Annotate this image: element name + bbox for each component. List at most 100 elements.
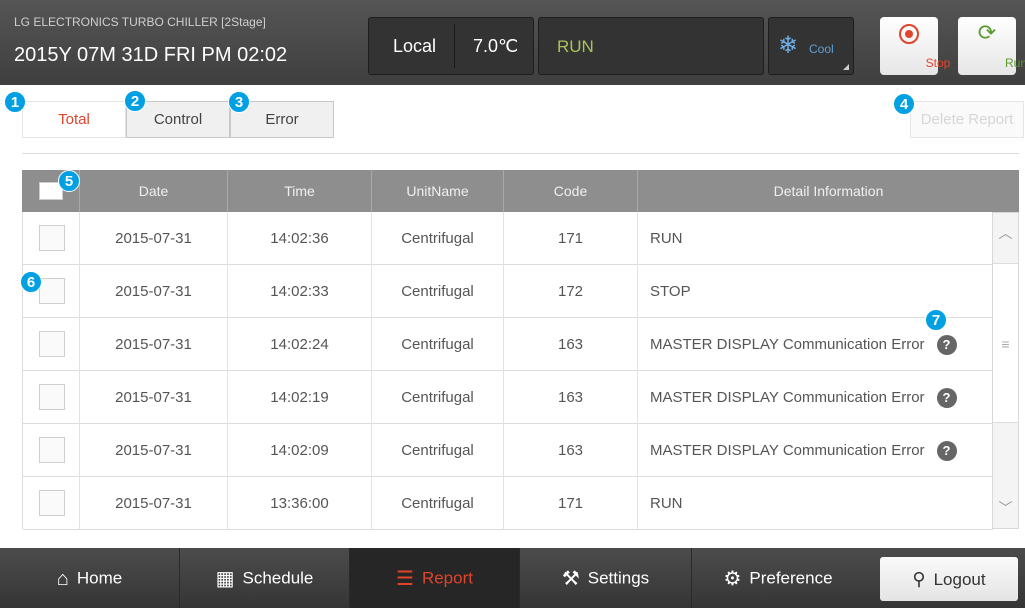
run-label: Run	[1004, 56, 1025, 70]
gear-icon: ⚙	[723, 567, 742, 590]
code-cell: 172	[504, 265, 638, 318]
nav-preference-label: Preference	[749, 568, 833, 588]
detail-cell: RUN	[638, 212, 993, 265]
code-cell: 163	[504, 318, 638, 371]
unit-cell: Centrifugal	[372, 424, 504, 477]
date-cell: 2015-07-31	[80, 265, 228, 318]
scroll-thumb[interactable]: ≡	[993, 263, 1018, 423]
callout-badge-6: 6	[20, 271, 42, 293]
unit-cell: Centrifugal	[372, 477, 504, 530]
detail-cell: MASTER DISPLAY Communication Error?	[638, 371, 993, 424]
detail-text: RUN	[650, 230, 683, 247]
detail-text: STOP	[650, 283, 691, 300]
scroll-up-icon[interactable]: ︿	[993, 213, 1018, 253]
cycle-icon: ⟳	[977, 20, 997, 45]
nav-report[interactable]: ☰ Report	[350, 548, 520, 608]
home-icon: ⌂	[56, 567, 69, 590]
report-table-body: 2015-07-31 14:02:36 Centrifugal 171 RUN …	[22, 212, 993, 530]
time-cell: 14:02:09	[228, 424, 372, 477]
checkbox-cell	[23, 318, 80, 371]
time-cell: 14:02:24	[228, 318, 372, 371]
unit-cell: Centrifugal	[372, 265, 504, 318]
snowflake-icon: ❄	[778, 32, 799, 59]
model-name: LG ELECTRONICS TURBO CHILLER [2Stage]	[14, 15, 266, 29]
bottom-navigation: ⌂ Home ▦ Schedule ☰ Report ⚒ Settings ⚙ Prefe…	[0, 548, 1025, 608]
table-row[interactable]: 2015-07-31 14:02:36 Centrifugal 171 RUN	[23, 212, 993, 265]
date-cell: 2015-07-31	[80, 424, 228, 477]
table-header: Date Time UnitName Code Detail Informati…	[22, 170, 1019, 212]
stop-icon	[899, 24, 919, 44]
detail-text: MASTER DISPLAY Communication Error	[650, 389, 925, 406]
nav-home[interactable]: ⌂ Home	[0, 548, 180, 608]
operation-mode-button[interactable]: ❄ Cool	[768, 17, 854, 75]
detail-cell: MASTER DISPLAY Communication Error?	[638, 424, 993, 477]
list-icon: ☰	[396, 567, 414, 590]
row-checkbox[interactable]	[39, 331, 65, 357]
temperature-readout: 7.0℃	[473, 36, 519, 56]
nav-schedule[interactable]: ▦ Schedule	[180, 548, 350, 608]
nav-report-label: Report	[421, 568, 473, 588]
time-cell: 14:02:19	[228, 371, 372, 424]
row-checkbox[interactable]	[39, 437, 65, 463]
code-cell: 163	[504, 371, 638, 424]
nav-schedule-label: Schedule	[242, 568, 314, 588]
logout-label: Logout	[933, 570, 986, 589]
help-icon[interactable]: ?	[936, 388, 957, 409]
control-mode-display: Local 7.0℃	[368, 17, 534, 75]
table-row[interactable]: 2015-07-31 14:02:24 Centrifugal 163 MAST…	[23, 318, 993, 371]
corner-triangle-icon	[843, 64, 849, 70]
column-header-time: Time	[228, 170, 372, 212]
help-icon[interactable]: ?	[936, 441, 957, 462]
stop-button[interactable]: Stop	[880, 17, 950, 75]
code-cell: 163	[504, 424, 638, 477]
user-icon: ⚲	[912, 569, 926, 589]
column-header-detail: Detail Information	[773, 183, 884, 199]
calendar-icon: ▦	[215, 567, 235, 590]
logout-button[interactable]: ⚲ Logout	[880, 557, 1018, 601]
nav-preference[interactable]: ⚙ Preference	[692, 548, 864, 608]
scroll-down-icon[interactable]: ﹀	[993, 488, 1018, 528]
callout-badge-7: 7	[925, 309, 947, 331]
table-row[interactable]: 2015-07-31 14:02:19 Centrifugal 163 MAST…	[23, 371, 993, 424]
tools-icon: ⚒	[561, 567, 580, 590]
current-datetime: 2015Y 07M 31D FRI PM 02:02	[14, 44, 288, 66]
table-row[interactable]: 2015-07-31 13:36:00 Centrifugal 171 RUN	[23, 477, 993, 530]
detail-cell: RUN	[638, 477, 993, 530]
checkbox-cell	[23, 371, 80, 424]
tab-total[interactable]: Total	[22, 101, 126, 138]
table-row[interactable]: 2015-07-31 14:02:33 Centrifugal 172 STOP	[23, 265, 993, 318]
checkbox-cell	[23, 424, 80, 477]
nav-settings[interactable]: ⚒ Settings	[520, 548, 692, 608]
code-cell: 171	[504, 212, 638, 265]
operation-mode-label: Cool	[809, 42, 834, 56]
row-checkbox[interactable]	[39, 278, 65, 304]
time-cell: 14:02:36	[228, 212, 372, 265]
table-row[interactable]: 2015-07-31 14:02:09 Centrifugal 163 MAST…	[23, 424, 993, 477]
header-bar: LG ELECTRONICS TURBO CHILLER [2Stage] 20…	[0, 0, 1025, 85]
detail-text: MASTER DISPLAY Communication Error	[650, 442, 925, 459]
callout-badge-3: 3	[228, 91, 250, 113]
nav-home-label: Home	[76, 568, 123, 588]
checkbox-cell	[23, 212, 80, 265]
row-checkbox[interactable]	[39, 490, 65, 516]
date-cell: 2015-07-31	[80, 318, 228, 371]
code-cell: 171	[504, 477, 638, 530]
date-cell: 2015-07-31	[80, 212, 228, 265]
unit-cell: Centrifugal	[372, 371, 504, 424]
run-button[interactable]: ⟳ Run	[958, 17, 1025, 75]
callout-badge-5: 5	[58, 170, 80, 192]
help-icon[interactable]: ?	[936, 335, 957, 356]
column-header-code: Code	[504, 170, 638, 212]
run-status-display: RUN	[538, 17, 764, 75]
callout-badge-1: 1	[4, 91, 26, 113]
nav-settings-label: Settings	[587, 568, 650, 588]
column-header-date: Date	[80, 170, 228, 212]
callout-badge-4: 4	[893, 93, 915, 115]
date-cell: 2015-07-31	[80, 371, 228, 424]
checkbox-cell	[23, 477, 80, 530]
row-checkbox[interactable]	[39, 225, 65, 251]
date-cell: 2015-07-31	[80, 477, 228, 530]
row-checkbox[interactable]	[39, 384, 65, 410]
table-scrollbar[interactable]: ︿ ≡ ﹀	[992, 212, 1019, 529]
delete-report-button[interactable]: Delete Report	[910, 101, 1024, 138]
